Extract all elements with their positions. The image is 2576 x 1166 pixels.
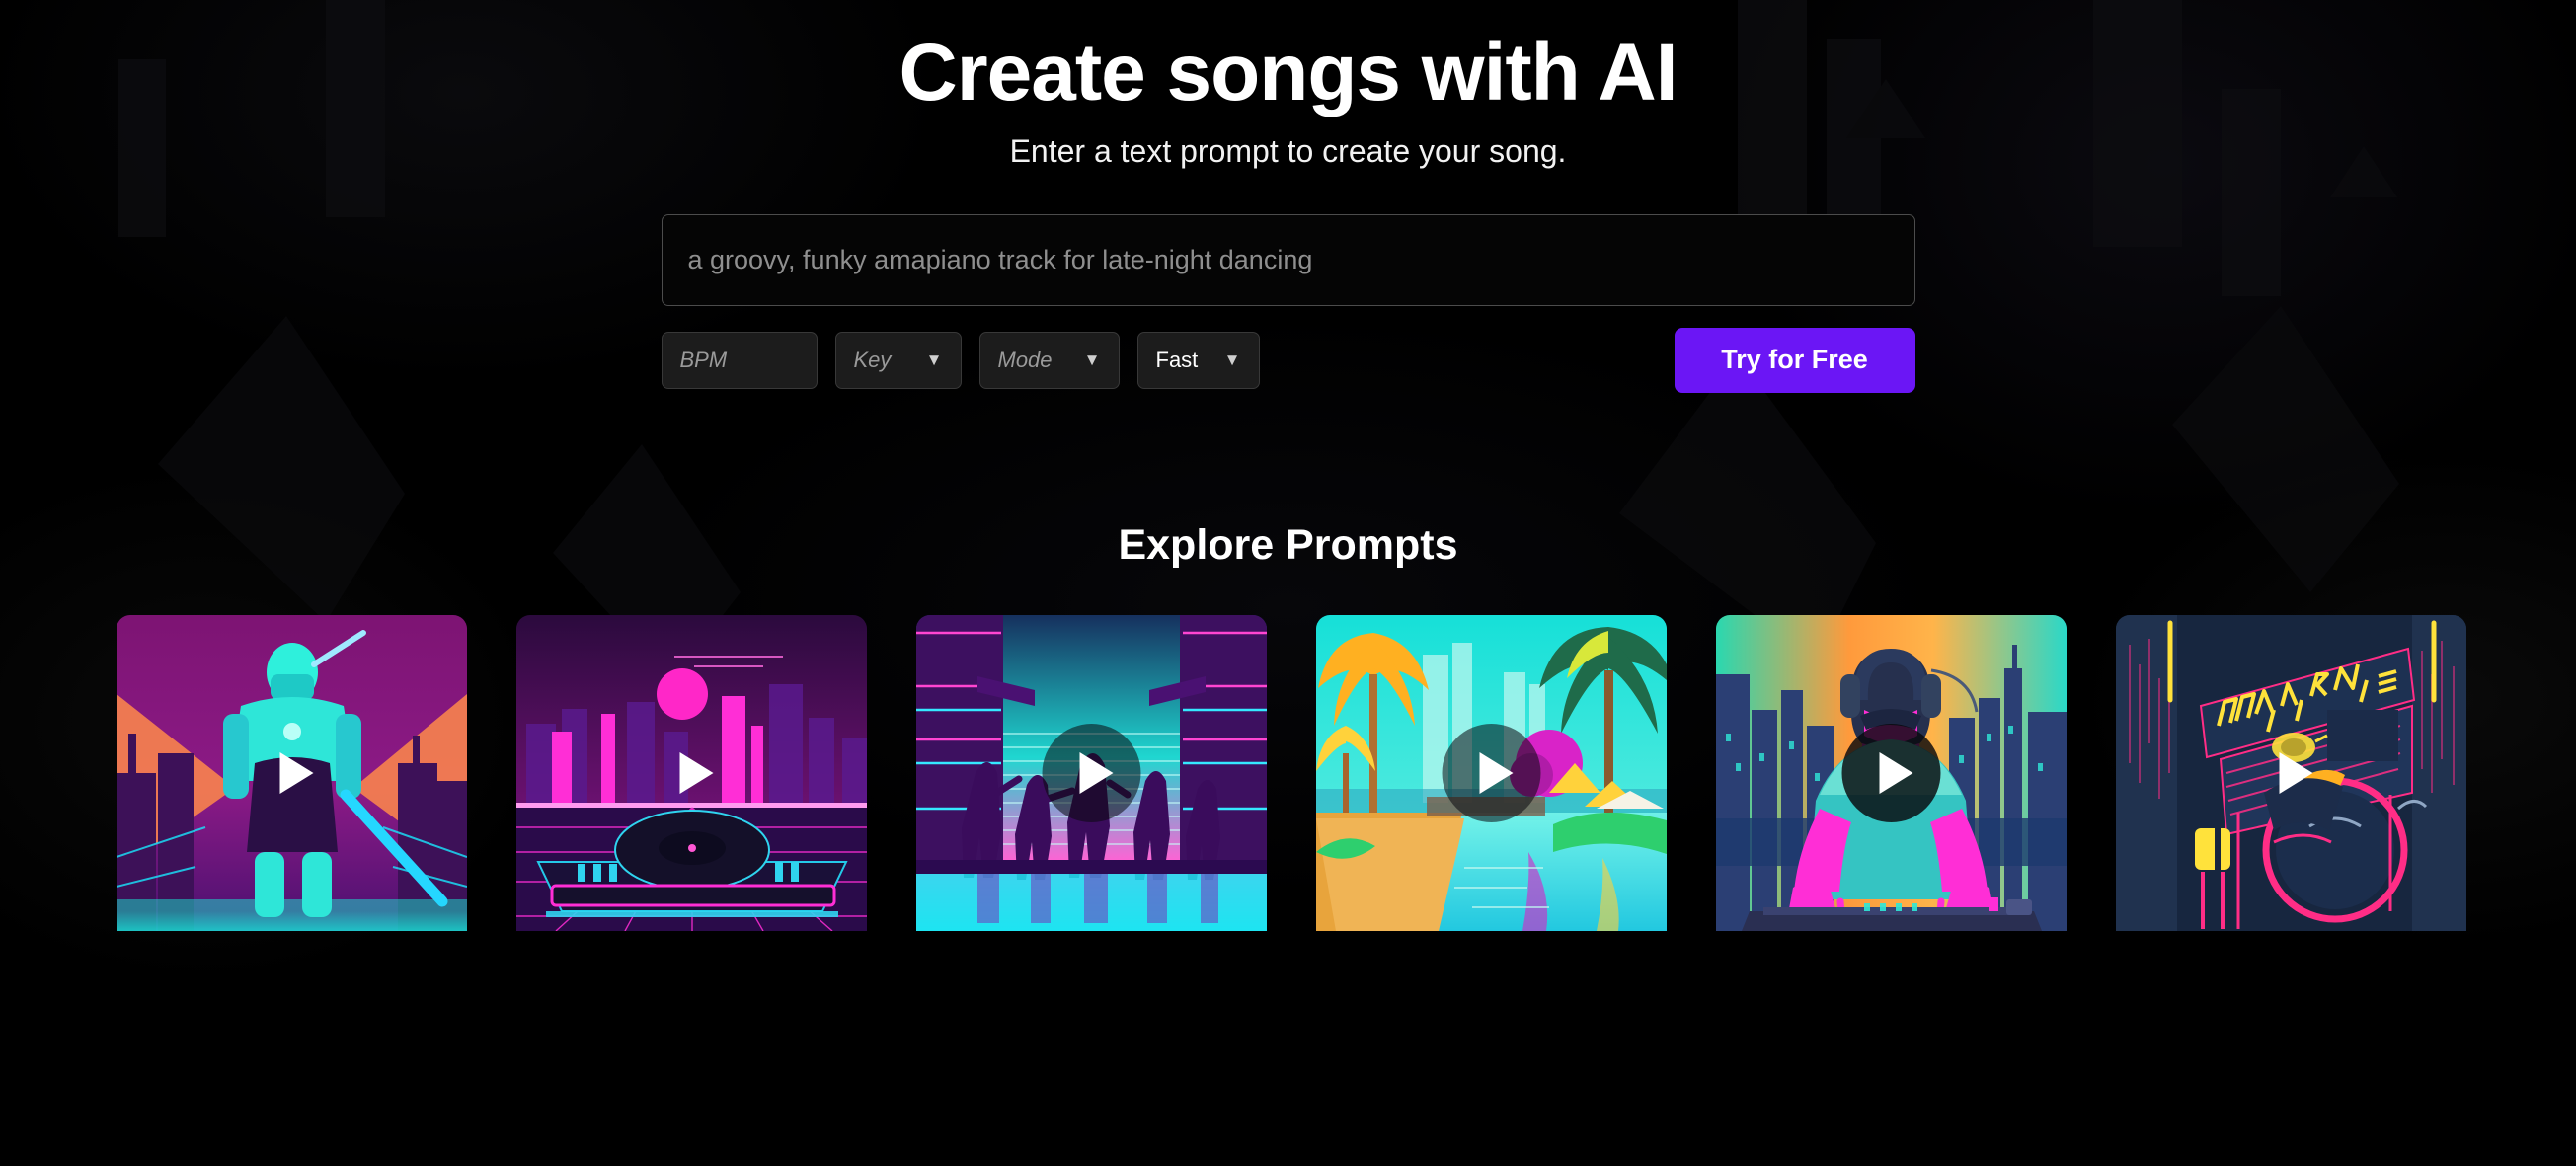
play-icon [1879, 751, 1912, 794]
prompt-card-neon-sign-drums[interactable] [2116, 614, 2466, 931]
play-icon [2279, 751, 2312, 794]
hero-section: Create songs with AI Enter a text prompt… [0, 0, 2576, 170]
explore-prompts-section: Explore Prompts [0, 521, 2576, 931]
play-button[interactable] [1042, 723, 1141, 822]
prompt-card-tropical-canal[interactable] [1316, 614, 1667, 931]
bpm-label: BPM [679, 347, 728, 372]
play-button[interactable] [1442, 723, 1541, 822]
prompt-card-list [0, 614, 2576, 931]
speed-dropdown[interactable]: Fast ▼ [1136, 331, 1260, 389]
prompt-card-synthwave-turntable[interactable] [516, 614, 867, 931]
try-for-free-button[interactable]: Try for Free [1674, 327, 1915, 393]
play-icon [279, 751, 313, 794]
mode-dropdown[interactable]: Mode ▼ [978, 331, 1120, 389]
hero-subtitle: Enter a text prompt to create your song. [1009, 132, 1567, 169]
play-icon [679, 751, 713, 794]
chevron-down-icon: ▼ [1223, 350, 1241, 370]
key-label: Key [853, 347, 892, 372]
speed-label: Fast [1155, 347, 1199, 372]
explore-prompts-title: Explore Prompts [1118, 520, 1458, 569]
mode-label: Mode [997, 347, 1053, 372]
page-title: Create songs with AI [898, 28, 1678, 117]
prompt-form: BPM Key ▼ Mode ▼ Fast ▼ Try for Free [661, 213, 1915, 393]
chevron-down-icon: ▼ [1083, 350, 1101, 370]
prompt-input[interactable] [661, 213, 1915, 306]
play-icon [1479, 751, 1513, 794]
play-button[interactable] [2270, 751, 2312, 794]
prompt-card-dj-headphones[interactable] [1716, 614, 2067, 931]
play-icon [1079, 751, 1113, 794]
prompt-card-cyberpunk-samurai[interactable] [117, 614, 467, 931]
page-root: Create songs with AI Enter a text prompt… [0, 0, 2576, 1166]
bpm-input[interactable]: BPM [661, 331, 818, 389]
controls-row: BPM Key ▼ Mode ▼ Fast ▼ Try for Free [661, 327, 1915, 393]
prompt-card-neon-street-dancers[interactable] [916, 614, 1267, 931]
play-button[interactable] [670, 751, 713, 794]
play-button[interactable] [271, 751, 313, 794]
key-dropdown[interactable]: Key ▼ [834, 331, 962, 389]
chevron-down-icon: ▼ [925, 350, 943, 370]
play-button[interactable] [1841, 723, 1941, 822]
